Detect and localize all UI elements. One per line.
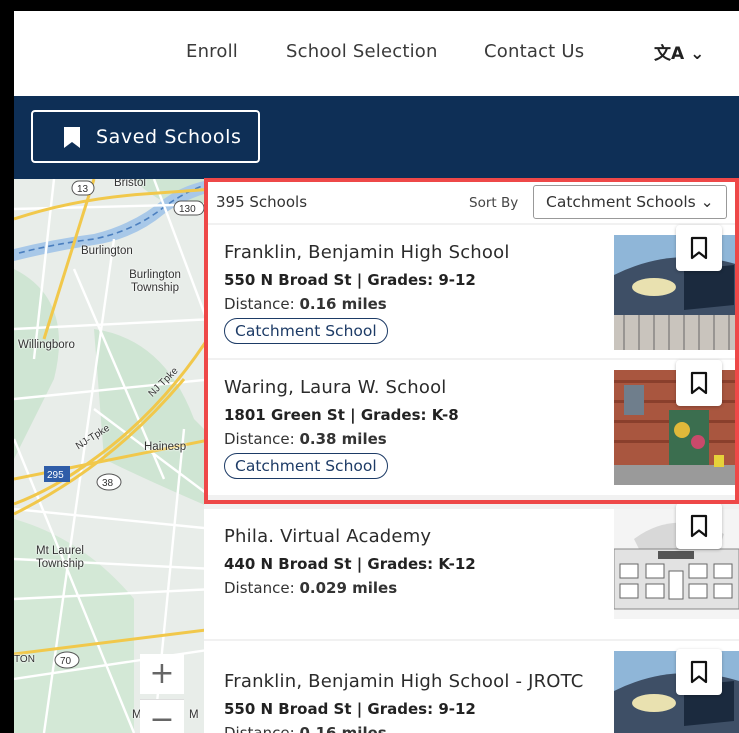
school-address: 440 N Broad St | Grades: K-12 [224,555,476,573]
sort-by-label: Sort By [469,195,519,211]
map-label-burlington: Burlington [81,245,133,257]
bookmark-icon [64,127,80,148]
school-name[interactable]: Franklin, Benjamin High School [224,242,510,263]
school-card[interactable]: Franklin, Benjamin High School - JROTC 5… [204,641,739,733]
school-name[interactable]: Franklin, Benjamin High School - JROTC [224,671,584,692]
map-roads: 13 130 295 38 70 [14,179,214,733]
school-card[interactable]: Franklin, Benjamin High School 550 N Bro… [204,225,739,358]
zoom-in-button[interactable]: + [140,654,184,694]
map-label-burlington-township: Burlington Township [129,269,181,294]
nav-contact-us[interactable]: Contact Us [484,41,584,62]
bookmark-button[interactable] [676,225,722,271]
bookmark-outline-icon [690,236,708,260]
sort-select[interactable]: Catchment Schools ⌄ [533,185,727,219]
school-distance: Distance: 0.16 miles [224,295,387,313]
nav-school-selection[interactable]: School Selection [286,41,438,62]
school-card[interactable]: Phila. Virtual Academy 440 N Broad St | … [204,503,739,639]
route-70-shield: 70 [60,656,72,667]
nav-enroll[interactable]: Enroll [186,41,238,62]
school-count: 395 Schools [216,193,308,211]
bookmark-button[interactable] [676,360,722,406]
route-295-shield: 295 [47,470,64,481]
bookmark-button[interactable] [676,503,722,549]
school-name[interactable]: Phila. Virtual Academy [224,526,431,547]
app-frame: Enroll School Selection Contact Us 文A ⌄ … [14,11,739,733]
map-view[interactable]: 13 130 295 38 70 Bristol Burlington Burl… [14,179,214,733]
school-distance: Distance: 0.38 miles [224,430,387,448]
school-card[interactable]: Waring, Laura W. School 1801 Green St | … [204,360,739,495]
school-name[interactable]: Waring, Laura W. School [224,377,447,398]
map-label-bristol: Bristol [114,179,146,189]
map-label-hainesport: Hainesp [144,441,187,453]
map-label-ton: TON [14,654,35,665]
school-list-panel: 395 Schools Sort By Catchment Schools ⌄ … [204,179,739,733]
catchment-badge: Catchment School [224,318,388,344]
map-label-m2: M [189,709,199,721]
saved-schools-label: Saved Schools [96,126,242,148]
translate-icon[interactable]: 文A ⌄ [654,39,704,64]
header-band: Saved Schools [14,96,739,179]
zoom-out-button[interactable]: − [140,699,184,733]
route-130-shield: 130 [179,204,196,215]
map-label-mt-laurel: Mt Laurel Township [36,545,84,570]
catchment-badge: Catchment School [224,453,388,479]
bookmark-button[interactable] [676,649,722,695]
bookmark-outline-icon [690,660,708,684]
school-address: 550 N Broad St | Grades: 9-12 [224,271,476,289]
bookmark-outline-icon [690,514,708,538]
saved-schools-button[interactable]: Saved Schools [31,110,260,163]
school-address: 1801 Green St | Grades: K-8 [224,406,459,424]
bookmark-outline-icon [690,371,708,395]
list-header: 395 Schools Sort By Catchment Schools ⌄ [204,179,739,223]
route-13-shield: 13 [77,184,89,195]
school-distance: Distance: 0.16 miles [224,724,387,733]
school-address: 550 N Broad St | Grades: 9-12 [224,700,476,718]
route-38-shield: 38 [102,478,114,489]
top-nav: Enroll School Selection Contact Us 文A ⌄ [14,11,739,96]
map-label-willingboro: Willingboro [18,339,75,351]
school-distance: Distance: 0.029 miles [224,579,398,597]
